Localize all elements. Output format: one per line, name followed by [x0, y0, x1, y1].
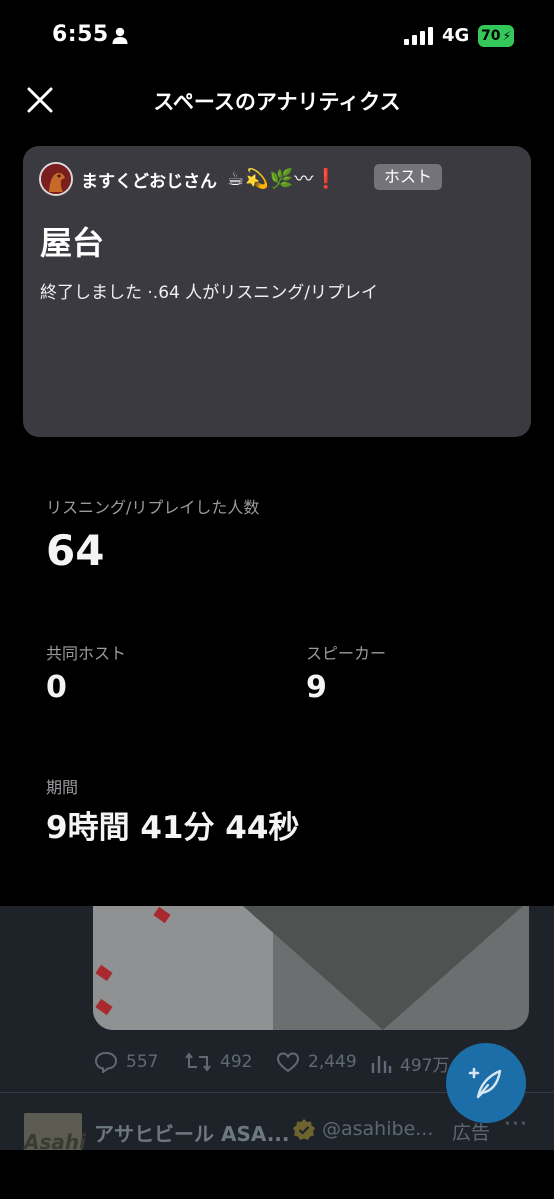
person-icon	[112, 27, 128, 49]
reply-button[interactable]: 557	[94, 1051, 158, 1073]
retweet-icon	[185, 1052, 211, 1072]
host-name-emoji: ☕💫🌿〰❗	[227, 164, 339, 191]
host-badge: ホスト	[374, 164, 443, 190]
status-bar: 6:55 4G 70 ⚡	[0, 0, 554, 72]
tweet-image[interactable]	[93, 906, 529, 1030]
cellular-signal-icon	[404, 26, 434, 50]
listeners-label: リスニング/リプレイした人数	[46, 498, 260, 517]
duration-value: 9時間 41分 44秒	[46, 810, 300, 846]
reply-icon	[94, 1051, 118, 1073]
advertiser-name[interactable]: アサヒビール ASA...	[94, 1118, 290, 1147]
like-count: 2,449	[308, 1052, 357, 1072]
analytics-icon	[371, 1055, 392, 1073]
duration-label: 期間	[46, 778, 79, 797]
views-count: 497万	[400, 1056, 450, 1076]
space-status: 終了しました ·.64 人がリスニング/リプレイ	[40, 283, 378, 303]
like-button[interactable]: 2,449	[276, 1051, 357, 1073]
bottom-safe-area	[0, 1150, 554, 1199]
page-title: スペースのアナリティクス	[153, 90, 401, 114]
space-title: 屋台	[40, 224, 105, 262]
exclamation-icon: ❗	[314, 168, 340, 190]
charging-icon: ⚡	[502, 29, 511, 43]
battery-level: 70	[481, 28, 501, 44]
heart-icon	[276, 1052, 300, 1073]
host-emoji-text: ☕💫🌿〰	[227, 168, 315, 190]
host-avatar[interactable]	[39, 162, 73, 196]
cohost-label: 共同ホスト	[46, 644, 127, 663]
retweet-count: 492	[220, 1052, 253, 1072]
image-triangle-shape	[243, 906, 523, 1030]
network-type: 4G	[442, 25, 470, 46]
advertiser-avatar[interactable]: Asahi	[24, 1113, 86, 1150]
verified-badge-icon	[292, 1118, 316, 1146]
retweet-button[interactable]: 492	[184, 1051, 252, 1073]
views-button[interactable]: 497万	[370, 1051, 449, 1076]
space-card[interactable]: ますくどおじさん ☕💫🌿〰❗ ホスト 屋台 終了しました ·.64 人がリスニン…	[23, 146, 531, 437]
cohost-value: 0	[46, 670, 67, 705]
reply-count: 557	[126, 1052, 159, 1072]
listeners-value: 64	[46, 526, 105, 575]
advertiser-handle[interactable]: @asahibe...	[322, 1118, 433, 1140]
feather-plus-icon	[468, 1067, 502, 1099]
speakers-label: スピーカー	[306, 644, 387, 663]
compose-button[interactable]	[446, 1043, 526, 1123]
speakers-value: 9	[306, 670, 327, 705]
status-time: 6:55	[52, 22, 109, 47]
battery-indicator: 70 ⚡	[478, 25, 514, 47]
header: スペースのアナリティクス	[0, 72, 554, 128]
host-name[interactable]: ますくどおじさん	[81, 167, 217, 192]
